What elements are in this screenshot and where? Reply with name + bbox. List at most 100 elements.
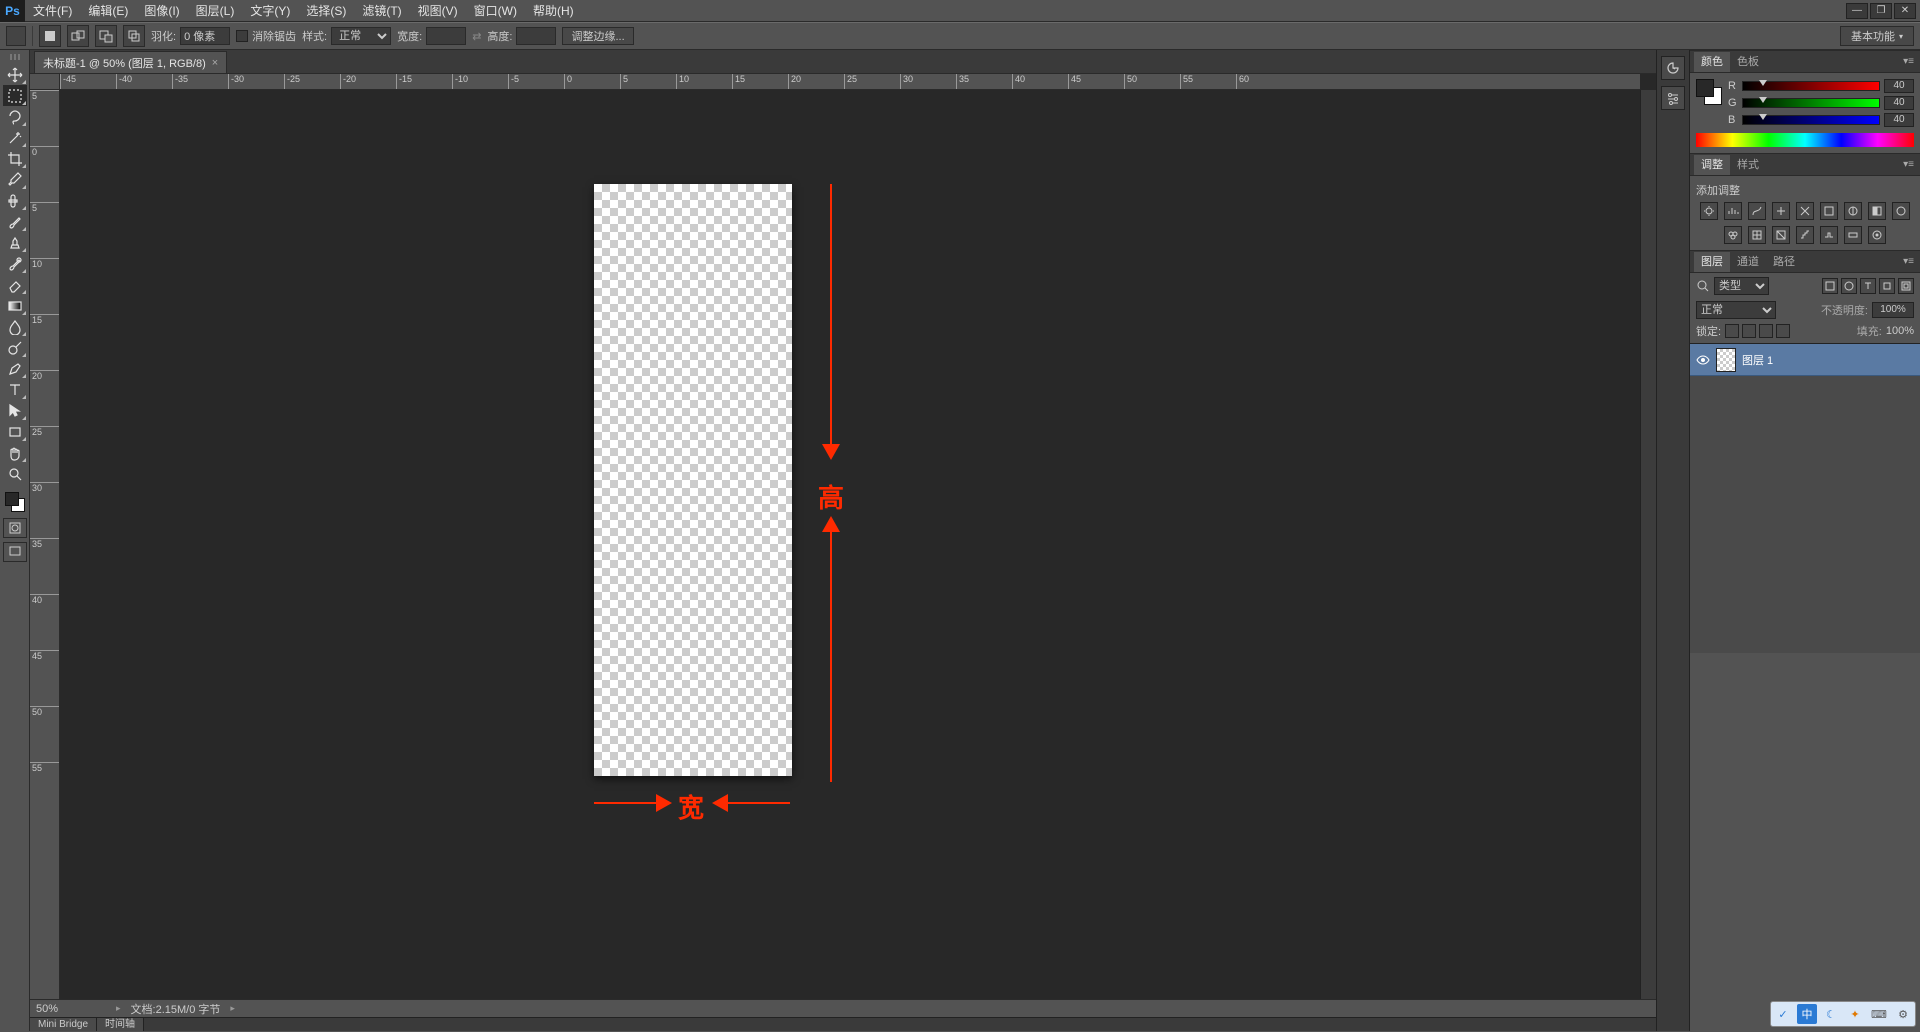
color-swatch[interactable] <box>3 490 27 514</box>
style-select[interactable]: 正常 <box>331 27 391 45</box>
opacity-value[interactable]: 100% <box>1872 302 1914 318</box>
menu-layer[interactable]: 图层(L) <box>188 0 243 22</box>
height-input[interactable] <box>516 27 556 45</box>
threshold-icon[interactable] <box>1820 226 1838 244</box>
black-white-icon[interactable] <box>1868 202 1886 220</box>
swap-dims-icon[interactable]: ⇄ <box>472 30 481 43</box>
ime-moon-icon[interactable]: ☾ <box>1821 1004 1841 1024</box>
panel-color-swatch[interactable] <box>1696 79 1722 105</box>
refine-edge-button[interactable]: 调整边缘... <box>562 27 633 45</box>
history-panel-icon[interactable] <box>1661 56 1685 80</box>
vibrance-icon[interactable] <box>1796 202 1814 220</box>
b-value[interactable]: 40 <box>1884 113 1914 127</box>
foreground-color[interactable] <box>5 492 19 506</box>
zoom-level[interactable]: 50% <box>36 1003 106 1015</box>
clone-stamp-tool[interactable] <box>3 232 27 253</box>
ime-sparkle-icon[interactable]: ✦ <box>1845 1004 1865 1024</box>
timeline-tab[interactable]: 时间轴 <box>97 1018 144 1031</box>
swatches-tab[interactable]: 色板 <box>1730 52 1766 72</box>
color-spectrum[interactable] <box>1696 133 1914 147</box>
r-slider[interactable] <box>1742 81 1880 91</box>
properties-panel-icon[interactable] <box>1661 86 1685 110</box>
g-slider[interactable] <box>1742 98 1880 108</box>
canvas-viewport[interactable]: 高 宽 <box>60 90 1640 1007</box>
layer-thumbnail[interactable] <box>1716 348 1736 372</box>
color-lookup-icon[interactable] <box>1748 226 1766 244</box>
type-tool[interactable] <box>3 379 27 400</box>
fill-value[interactable]: 100% <box>1886 325 1914 337</box>
antialias-field[interactable]: 消除锯齿 <box>236 28 296 44</box>
selection-subtract-icon[interactable] <box>95 25 117 47</box>
hand-tool[interactable] <box>3 442 27 463</box>
lasso-tool[interactable] <box>3 106 27 127</box>
move-tool[interactable] <box>3 64 27 85</box>
zoom-chevron-icon[interactable]: ▸ <box>116 1003 121 1014</box>
blend-mode-select[interactable]: 正常 <box>1696 301 1776 319</box>
dodge-tool[interactable] <box>3 337 27 358</box>
layer-list[interactable]: 图层 1 <box>1690 343 1920 653</box>
invert-icon[interactable] <box>1772 226 1790 244</box>
feather-input[interactable] <box>180 27 230 45</box>
color-panel-menu-icon[interactable]: ▾≡ <box>1897 56 1920 67</box>
rectangle-tool[interactable] <box>3 421 27 442</box>
history-brush-tool[interactable] <box>3 253 27 274</box>
g-value[interactable]: 40 <box>1884 96 1914 110</box>
adjustments-tab[interactable]: 调整 <box>1694 155 1730 175</box>
brush-tool[interactable] <box>3 211 27 232</box>
adjustments-panel-menu-icon[interactable]: ▾≡ <box>1897 159 1920 170</box>
zoom-tool[interactable] <box>3 463 27 484</box>
menu-help[interactable]: 帮助(H) <box>525 0 582 22</box>
selection-intersect-icon[interactable] <box>123 25 145 47</box>
antialias-checkbox[interactable] <box>236 30 248 42</box>
toolbox-grip[interactable] <box>3 54 27 62</box>
crop-tool[interactable] <box>3 148 27 169</box>
menu-edit[interactable]: 编辑(E) <box>80 0 136 22</box>
quick-mask-icon[interactable] <box>3 518 27 538</box>
styles-tab[interactable]: 样式 <box>1730 155 1766 175</box>
ime-check-icon[interactable]: ✓ <box>1773 1004 1793 1024</box>
restore-button[interactable]: ❐ <box>1870 3 1892 19</box>
spot-heal-tool[interactable] <box>3 190 27 211</box>
layer-row[interactable]: 图层 1 <box>1690 344 1920 376</box>
document-tab[interactable]: 未标题-1 @ 50% (图层 1, RGB/8) × <box>34 51 227 73</box>
levels-icon[interactable] <box>1724 202 1742 220</box>
horizontal-ruler[interactable]: -45-40-35-30-25-20-15-10-505101520253035… <box>60 74 1640 90</box>
paths-tab[interactable]: 路径 <box>1766 252 1802 272</box>
lock-pixels-icon[interactable] <box>1742 324 1756 338</box>
brightness-contrast-icon[interactable] <box>1700 202 1718 220</box>
doc-info-chevron-icon[interactable]: ▸ <box>230 1003 235 1014</box>
workspace-switcher[interactable]: 基本功能 ▾ <box>1840 26 1914 46</box>
filter-adjustment-icon[interactable] <box>1841 278 1857 294</box>
ime-gear-icon[interactable]: ⚙ <box>1893 1004 1913 1024</box>
posterize-icon[interactable] <box>1796 226 1814 244</box>
pen-tool[interactable] <box>3 358 27 379</box>
filter-smart-icon[interactable] <box>1898 278 1914 294</box>
current-tool-icon[interactable] <box>6 26 26 46</box>
gradient-tool[interactable] <box>3 295 27 316</box>
color-balance-icon[interactable] <box>1844 202 1862 220</box>
document-canvas[interactable] <box>594 184 792 776</box>
exposure-icon[interactable] <box>1772 202 1790 220</box>
r-value[interactable]: 40 <box>1884 79 1914 93</box>
curves-icon[interactable] <box>1748 202 1766 220</box>
layer-name[interactable]: 图层 1 <box>1742 352 1773 368</box>
rect-marquee-tool[interactable] <box>3 85 27 106</box>
width-input[interactable] <box>426 27 466 45</box>
filter-pixel-icon[interactable] <box>1822 278 1838 294</box>
menu-select[interactable]: 选择(S) <box>298 0 354 22</box>
b-slider[interactable] <box>1742 115 1880 125</box>
lock-transparent-icon[interactable] <box>1725 324 1739 338</box>
blur-tool[interactable] <box>3 316 27 337</box>
hue-saturation-icon[interactable] <box>1820 202 1838 220</box>
layers-panel-menu-icon[interactable]: ▾≡ <box>1897 256 1920 267</box>
color-tab[interactable]: 颜色 <box>1694 52 1730 72</box>
filter-kind-select[interactable]: 类型 <box>1714 277 1769 295</box>
close-button[interactable]: ✕ <box>1894 3 1916 19</box>
filter-shape-icon[interactable] <box>1879 278 1895 294</box>
eraser-tool[interactable] <box>3 274 27 295</box>
photo-filter-icon[interactable] <box>1892 202 1910 220</box>
vertical-scrollbar[interactable] <box>1640 90 1656 1007</box>
mini-bridge-tab[interactable]: Mini Bridge <box>30 1018 97 1031</box>
ime-lang-icon[interactable]: 中 <box>1797 1004 1817 1024</box>
menu-file[interactable]: 文件(F) <box>25 0 80 22</box>
